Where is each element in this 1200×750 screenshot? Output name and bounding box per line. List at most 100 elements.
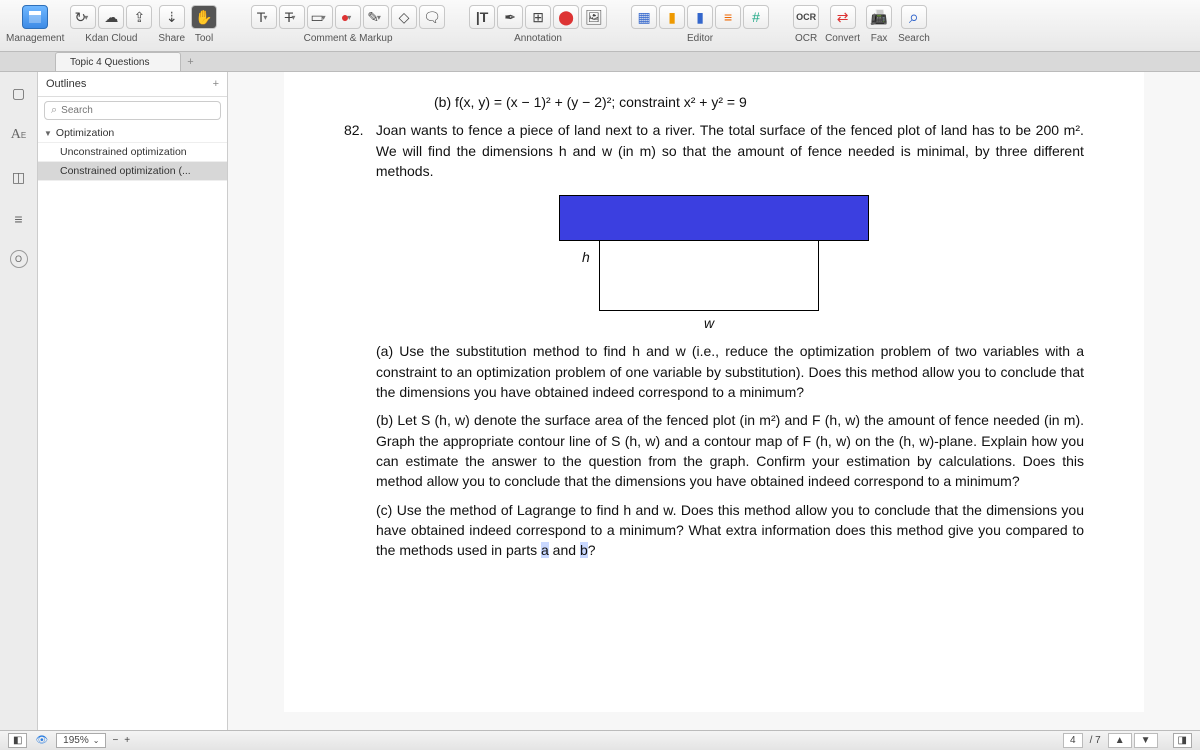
sidebar-toggle-icon[interactable]: ◧ — [8, 733, 27, 748]
top-toolbar: Management ↻▾ ☁ ⇪ Kdan Cloud ⇣ Share ✋ T… — [0, 0, 1200, 52]
group-kdan-cloud: ↻▾ ☁ ⇪ Kdan Cloud — [70, 3, 152, 44]
sign-icon[interactable]: ✒ — [497, 5, 523, 29]
image-icon[interactable]: 🖼 — [581, 5, 607, 29]
stamp-icon[interactable]: ⬤ — [553, 5, 579, 29]
page-current[interactable]: 4 — [1063, 733, 1083, 748]
part-b: (b) Let S (h, w) denote the surface area… — [376, 410, 1084, 491]
land-rect: h — [599, 241, 819, 311]
document-viewport[interactable]: (b) f(x, y) = (x − 1)² + (y − 2)²; const… — [228, 72, 1200, 730]
fax-icon[interactable]: 📠 — [866, 5, 892, 29]
group-label: Editor — [687, 33, 713, 44]
zoom-out-button[interactable]: − — [112, 735, 118, 746]
group-label: Search — [898, 33, 930, 44]
group-label: Tool — [195, 33, 213, 44]
search-input[interactable] — [61, 105, 214, 116]
part-label: (c) — [376, 502, 392, 518]
group-ocr: OCR OCR — [793, 3, 819, 44]
text-a-icon[interactable]: AE — [8, 124, 30, 146]
share-icon[interactable]: ⇣ — [159, 5, 185, 29]
group-label: OCR — [795, 33, 817, 44]
part-text: Use the method of Lagrange to find h and… — [376, 502, 1084, 559]
sidebar-title: Outlines — [46, 78, 86, 90]
app-icon[interactable] — [22, 5, 48, 29]
file-yellow-icon[interactable]: ▮ — [659, 5, 685, 29]
hand-tool-icon[interactable]: ✋ — [191, 5, 217, 29]
label-w: w — [599, 313, 819, 333]
note-icon[interactable]: 🗨 — [419, 5, 445, 29]
group-share: ⇣ Share — [158, 3, 185, 44]
group-comment-markup: T▾ T▾ ▭▾ ●▾ ✎▾ ◇ 🗨 Comment & Markup — [251, 3, 445, 44]
outline-sidebar: Outlines + ⌕ ▼ Optimization Unconstraine… — [38, 72, 228, 730]
add-tab-button[interactable]: + — [181, 52, 201, 71]
zoom-in-button[interactable]: + — [124, 735, 130, 746]
group-management: Management — [6, 3, 64, 44]
text-icon[interactable]: T▾ — [251, 5, 277, 29]
cloud-sync-icon[interactable]: ↻▾ — [70, 5, 96, 29]
outline-node-optimization[interactable]: ▼ Optimization — [38, 124, 227, 143]
thumbnail-icon[interactable]: ▢ — [8, 82, 30, 104]
part-text: Let S (h, w) denote the surface area of … — [376, 412, 1084, 489]
panel-icon[interactable]: ◫ — [8, 166, 30, 188]
group-editor: ▦ ▮ ▮ ≡ # Editor — [631, 3, 769, 44]
group-label: Convert — [825, 33, 860, 44]
ocr-icon[interactable]: OCR — [793, 5, 819, 29]
outline-node-unconstrained[interactable]: Unconstrained optimization — [38, 143, 227, 162]
search-icon[interactable]: ⌕ — [901, 5, 927, 29]
fence-diagram: h w — [559, 195, 869, 333]
prev-item-b: (b) f(x, y) = (x − 1)² + (y − 2)²; const… — [434, 92, 1084, 112]
link-b[interactable]: b — [580, 542, 588, 558]
view-mode-icon[interactable]: 👁 — [35, 735, 48, 746]
chevron-down-icon: ⌄ — [93, 736, 100, 745]
search-icon: ⌕ — [51, 104, 57, 117]
rect-icon[interactable]: ▭▾ — [307, 5, 333, 29]
page-down-button[interactable]: ▼ — [1134, 733, 1158, 748]
part-a: (a) Use the substitution method to find … — [376, 341, 1084, 402]
tab-label: Topic 4 Questions — [70, 57, 150, 68]
text-strike-icon[interactable]: T▾ — [279, 5, 305, 29]
group-label: Fax — [871, 33, 888, 44]
outline-label: Constrained optimization (... — [60, 165, 191, 177]
group-fax: 📠 Fax — [866, 3, 892, 44]
document-tabs: Topic 4 Questions + — [0, 52, 1200, 72]
group-search: ⌕ Search — [898, 3, 930, 44]
part-label: (a) — [376, 343, 393, 359]
circle-icon[interactable]: ●▾ — [335, 5, 361, 29]
textbox-icon[interactable]: |T — [469, 5, 495, 29]
group-convert: ⇄ Convert — [825, 3, 860, 44]
part-c: (c) Use the method of Lagrange to find h… — [376, 500, 1084, 561]
pencil-icon[interactable]: ✎▾ — [363, 5, 389, 29]
eraser-icon[interactable]: ◇ — [391, 5, 417, 29]
question-text: Joan wants to fence a piece of land next… — [376, 120, 1084, 181]
group-label: Annotation — [514, 33, 562, 44]
list-icon[interactable]: ≡ — [715, 5, 741, 29]
add-outline-button[interactable]: + — [213, 78, 219, 90]
river-rect — [559, 195, 869, 241]
left-rail: ▢ AE ◫ ≡ O — [0, 72, 38, 730]
outline-node-constrained[interactable]: Constrained optimization (... — [38, 162, 227, 181]
part-text: Use the substitution method to find h an… — [376, 343, 1084, 400]
link-a[interactable]: a — [541, 542, 549, 558]
convert-icon[interactable]: ⇄ — [830, 5, 856, 29]
chevron-down-icon: ▼ — [44, 129, 52, 138]
group-label: Share — [158, 33, 185, 44]
label-h: h — [582, 247, 590, 267]
grid-icon[interactable]: ▦ — [631, 5, 657, 29]
outline-search[interactable]: ⌕ — [44, 101, 221, 120]
hash-icon[interactable]: # — [743, 5, 769, 29]
outline-icon[interactable]: ≡ — [8, 208, 30, 230]
outline-label: Unconstrained optimization — [60, 146, 187, 158]
file-blue-icon[interactable]: ▮ — [687, 5, 713, 29]
page-total: / 7 — [1090, 735, 1101, 746]
cloud-icon[interactable]: ☁ — [98, 5, 124, 29]
right-panel-toggle-icon[interactable]: ◨ — [1173, 733, 1192, 748]
group-tool: ✋ Tool — [191, 3, 217, 44]
form-icon[interactable]: ⊞ — [525, 5, 551, 29]
page-up-button[interactable]: ▲ — [1108, 733, 1132, 748]
tab-topic4[interactable]: Topic 4 Questions — [55, 52, 181, 71]
upload-icon[interactable]: ⇪ — [126, 5, 152, 29]
zoom-control[interactable]: 195% ⌄ — [56, 733, 106, 748]
zoom-value: 195% — [63, 735, 89, 746]
group-label: Kdan Cloud — [85, 33, 137, 44]
question-number: 82. — [344, 120, 372, 140]
ocr-panel-icon[interactable]: O — [10, 250, 28, 268]
